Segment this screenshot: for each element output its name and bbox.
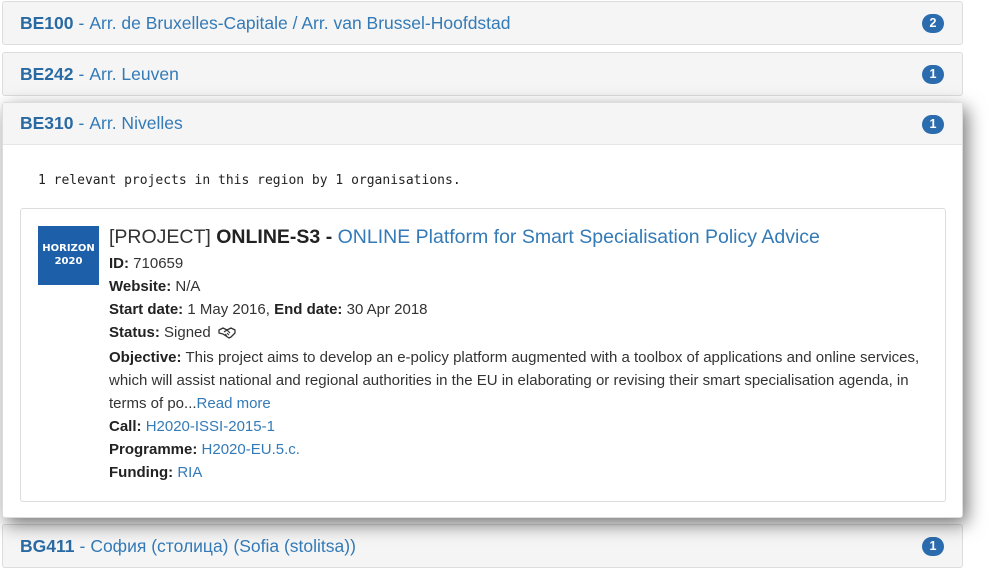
id-label: ID: xyxy=(109,255,129,272)
region-code: BE310 xyxy=(20,113,74,133)
region-name: Arr. Nivelles xyxy=(89,113,183,133)
project-tag: [PROJECT] xyxy=(109,226,211,248)
project-title-link[interactable]: ONLINE Platform for Smart Specialisation… xyxy=(338,226,820,248)
region-panel-be310: BE310 - Arr. Nivelles 1 1 relevant proje… xyxy=(2,102,963,518)
project-title-dash: - xyxy=(325,226,333,248)
programme-link[interactable]: H2020-EU.5.c. xyxy=(202,441,300,458)
funding-link[interactable]: RIA xyxy=(177,464,202,481)
call-link[interactable]: H2020-ISSI-2015-1 xyxy=(146,418,275,435)
logo-line-1: HORIZON xyxy=(42,243,95,254)
objective-label: Objective: xyxy=(109,349,182,366)
project-count-badge: 1 xyxy=(922,115,944,134)
region-code: BE100 xyxy=(20,12,74,33)
website-value: N/A xyxy=(175,278,201,295)
region-panel-be242[interactable]: BE242 - Arr. Leuven 1 xyxy=(2,52,963,96)
project-count-badge: 2 xyxy=(922,14,944,33)
region-code: BG411 xyxy=(20,535,75,556)
project-title: [PROJECT] ONLINE-S3 - ONLINE Platform fo… xyxy=(109,223,929,251)
region-panel-bg411[interactable]: BG411 - София (столица) (Sofia (stolitsa… xyxy=(2,524,963,568)
read-more-link[interactable]: Read more xyxy=(197,395,271,412)
status-value: Signed xyxy=(164,324,211,341)
project-funding-row: Funding: RIA xyxy=(109,461,929,484)
region-code: BE242 xyxy=(20,63,74,84)
project-count-badge: 1 xyxy=(922,65,944,84)
horizon-2020-logo: HORIZON 2020 xyxy=(38,226,99,285)
project-call-row: Call: H2020-ISSI-2015-1 xyxy=(109,415,929,438)
end-date-label: End date: xyxy=(274,301,343,318)
region-panel-header[interactable]: BG411 - София (столица) (Sofia (stolitsa… xyxy=(3,525,962,567)
status-label: Status: xyxy=(109,324,160,341)
project-status-row: Status: Signed xyxy=(109,321,929,346)
region-summary-text: 1 relevant projects in this region by 1 … xyxy=(38,173,461,188)
programme-label: Programme: xyxy=(109,441,198,458)
region-separator: - xyxy=(79,535,86,556)
start-date-value: 1 May 2016, xyxy=(187,301,270,318)
project-details: [PROJECT] ONLINE-S3 - ONLINE Platform fo… xyxy=(109,223,929,484)
project-id-row: ID: 710659 xyxy=(109,252,929,275)
region-panel-header[interactable]: BE100 - Arr. de Bruxelles-Capitale / Arr… xyxy=(3,2,962,44)
region-panel-header[interactable]: BE242 - Arr. Leuven 1 xyxy=(3,53,962,95)
region-separator: - xyxy=(78,12,85,33)
region-name: Arr. de Bruxelles-Capitale / Arr. van Br… xyxy=(89,12,511,33)
region-panel-header[interactable]: BE310 - Arr. Nivelles 1 xyxy=(3,103,962,145)
logo-line-2: 2020 xyxy=(54,256,83,267)
project-objective-row: Objective: This project aims to develop … xyxy=(109,346,929,415)
id-value: 710659 xyxy=(133,255,184,272)
call-label: Call: xyxy=(109,418,142,435)
start-date-label: Start date: xyxy=(109,301,184,318)
region-separator: - xyxy=(78,113,85,133)
region-separator: - xyxy=(78,63,85,84)
region-name: София (столица) (Sofia (stolitsa)) xyxy=(90,535,356,556)
project-dates-row: Start date: 1 May 2016, End date: 30 Apr… xyxy=(109,298,929,321)
region-name: Arr. Leuven xyxy=(89,63,179,84)
project-count-badge: 1 xyxy=(922,537,944,556)
region-panel-be100[interactable]: BE100 - Arr. de Bruxelles-Capitale / Arr… xyxy=(2,1,963,45)
project-acronym: ONLINE-S3 xyxy=(216,226,321,248)
end-date-value: 30 Apr 2018 xyxy=(346,301,428,318)
project-card: HORIZON 2020 [PROJECT] ONLINE-S3 - ONLIN… xyxy=(20,208,946,502)
website-label: Website: xyxy=(109,278,172,295)
project-website-row: Website: N/A xyxy=(109,275,929,298)
handshake-icon xyxy=(218,323,236,346)
project-programme-row: Programme: H2020-EU.5.c. xyxy=(109,438,929,461)
funding-label: Funding: xyxy=(109,464,174,481)
